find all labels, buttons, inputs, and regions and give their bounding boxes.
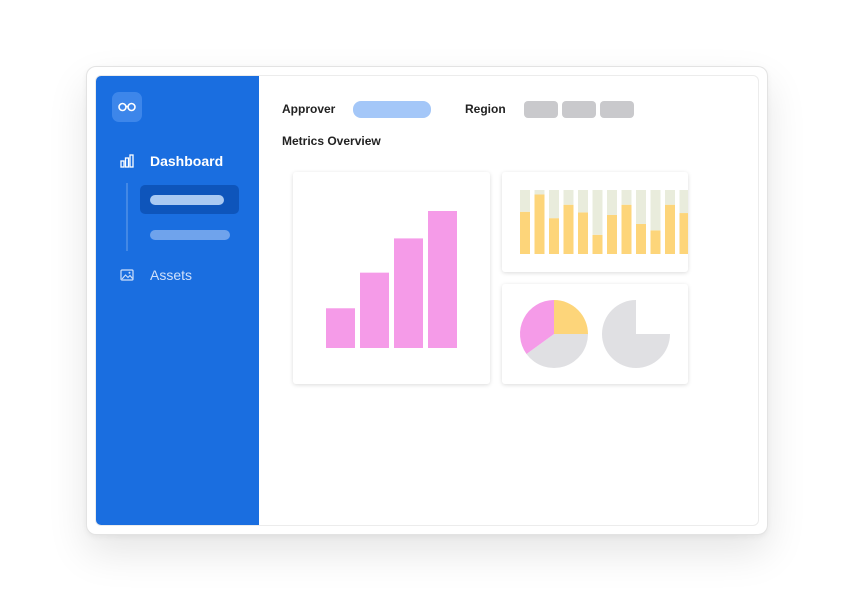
stacked-bar-segment bbox=[636, 190, 646, 224]
stacked-bar-segment bbox=[650, 230, 661, 254]
sidebar-item-assets[interactable]: Assets bbox=[120, 267, 192, 283]
stacked-bar-segment bbox=[520, 190, 530, 212]
region-label: Region bbox=[465, 102, 506, 116]
stacked-bar-segment bbox=[520, 211, 530, 254]
stacked-bar-segment bbox=[621, 190, 632, 205]
submenu-item[interactable] bbox=[150, 230, 230, 240]
pie-charts-card bbox=[502, 284, 688, 384]
stacked-bar-chart bbox=[520, 190, 690, 254]
region-chip[interactable] bbox=[600, 101, 634, 118]
stacked-bar-segment bbox=[549, 190, 559, 219]
stacked-bar-segment bbox=[592, 234, 603, 254]
stacked-bar-segment bbox=[534, 190, 545, 195]
stacked-bar-segment bbox=[607, 214, 617, 254]
glasses-icon[interactable] bbox=[112, 92, 142, 122]
submenu-guide-line bbox=[126, 183, 128, 251]
sidebar-item-label: Assets bbox=[150, 267, 193, 283]
app-window: Dashboard Assets Approver Region Metrics… bbox=[86, 66, 768, 535]
bar bbox=[394, 238, 423, 348]
region-chip[interactable] bbox=[524, 101, 558, 118]
stacked-bar-segment bbox=[534, 194, 545, 254]
approver-label: Approver bbox=[282, 102, 336, 116]
sidebar-item-label: Dashboard bbox=[150, 153, 224, 169]
bar-chart-card bbox=[293, 172, 490, 384]
section-title: Metrics Overview bbox=[282, 134, 381, 148]
app-frame: Dashboard Assets Approver Region Metrics… bbox=[95, 75, 759, 526]
submenu-item-active[interactable] bbox=[140, 185, 239, 214]
sidebar: Dashboard Assets bbox=[96, 76, 259, 525]
stacked-bar-segment bbox=[636, 223, 646, 254]
submenu-item-placeholder bbox=[150, 194, 224, 205]
stacked-bar-segment bbox=[650, 190, 661, 231]
stacked-bar-segment bbox=[563, 190, 574, 205]
stacked-bar-segment bbox=[665, 190, 675, 205]
sidebar-item-dashboard[interactable]: Dashboard bbox=[120, 153, 223, 169]
stacked-bar-segment bbox=[549, 218, 559, 254]
main-content: Approver Region Metrics Overview bbox=[259, 76, 758, 525]
bar bbox=[360, 272, 389, 348]
stacked-bar-segment bbox=[679, 213, 690, 254]
pie-slice bbox=[636, 300, 670, 334]
pie-charts bbox=[520, 300, 670, 368]
stacked-bar-segment bbox=[607, 190, 617, 215]
region-chip[interactable] bbox=[562, 101, 596, 118]
stacked-bar-segment bbox=[578, 212, 588, 254]
bar-chart bbox=[326, 211, 457, 348]
approver-select[interactable] bbox=[353, 101, 431, 118]
stacked-bar-segment bbox=[679, 190, 690, 214]
bar-chart-icon bbox=[120, 154, 134, 168]
stacked-bar-segment bbox=[621, 204, 632, 254]
bar bbox=[428, 211, 457, 348]
stacked-bar-segment bbox=[563, 204, 574, 254]
stacked-bar-segment bbox=[665, 204, 675, 254]
stacked-bar-chart-card bbox=[502, 172, 690, 272]
stacked-bar-segment bbox=[592, 190, 603, 235]
image-icon bbox=[120, 268, 134, 282]
stacked-bar-segment bbox=[578, 190, 588, 213]
bar bbox=[326, 308, 355, 348]
pie-slice bbox=[554, 300, 588, 334]
